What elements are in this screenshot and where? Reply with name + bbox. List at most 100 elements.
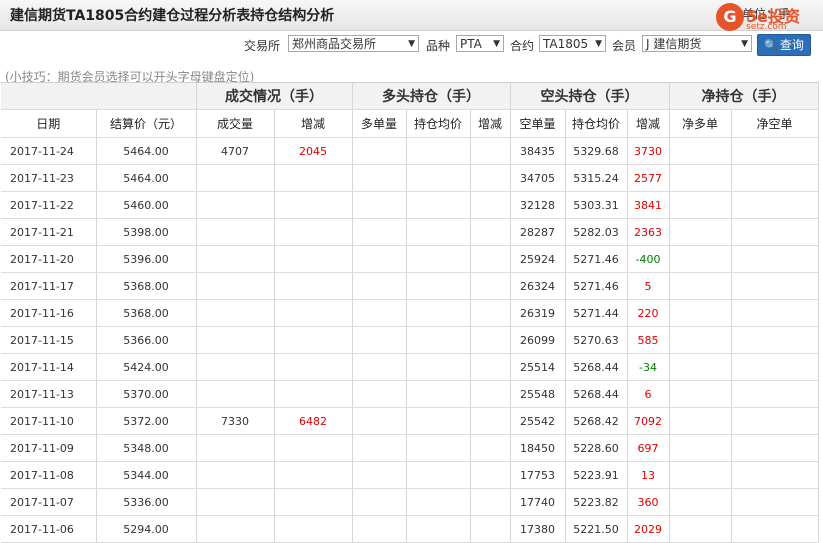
cell-long-change (470, 461, 511, 489)
cell-settle-price: 5336.00 (96, 488, 197, 516)
chevron-down-icon: ▼ (595, 39, 602, 49)
cell-long-qty (352, 245, 407, 273)
member-select-value: J 建信期货 (646, 37, 702, 51)
cell-volume-change (274, 218, 353, 246)
col-header-settle-price: 结算价（元） (96, 109, 197, 138)
cell-long-change (470, 299, 511, 327)
group-header-blank (1, 82, 197, 110)
cell-short-qty: 25924 (510, 245, 566, 273)
cell-net-short (731, 191, 819, 219)
cell-date: 2017-11-14 (1, 353, 97, 381)
cell-net-long (669, 515, 732, 543)
cell-short-change: 2577 (627, 164, 670, 192)
cell-long-qty (352, 299, 407, 327)
cell-date: 2017-11-17 (1, 272, 97, 300)
cell-net-short (731, 245, 819, 273)
contract-select[interactable]: TA1805 ▼ (539, 35, 606, 52)
cell-volume (196, 380, 275, 408)
cell-long-qty (352, 164, 407, 192)
cell-date: 2017-11-16 (1, 299, 97, 327)
query-button[interactable]: 🔍 查询 (757, 34, 811, 56)
cell-short-change: 2029 (627, 515, 670, 543)
group-header-net: 净持仓（手） (669, 82, 819, 110)
cell-date: 2017-11-23 (1, 164, 97, 192)
cell-volume (196, 434, 275, 462)
cell-short-qty: 17753 (510, 461, 566, 489)
cell-short-avg: 5268.44 (565, 353, 628, 381)
cell-date: 2017-11-21 (1, 218, 97, 246)
position-table: 成交情况（手） 多头持仓（手） 空头持仓（手） 净持仓（手） 日期 结算价（元）… (1, 82, 819, 543)
cell-net-short (731, 434, 819, 462)
col-header-short-change: 增减 (627, 109, 670, 138)
cell-volume (196, 218, 275, 246)
table-row: 2017-11-07 5336.00 17740 5223.82 360 (1, 488, 819, 516)
cell-volume-change (274, 272, 353, 300)
cell-date: 2017-11-24 (1, 137, 97, 165)
cell-date: 2017-11-13 (1, 380, 97, 408)
group-header-long: 多头持仓（手） (352, 82, 511, 110)
exchange-select-value: 郑州商品交易所 (292, 37, 377, 51)
cell-long-change (470, 164, 511, 192)
cell-long-change (470, 515, 511, 543)
cell-short-avg: 5221.50 (565, 515, 628, 543)
table-row: 2017-11-15 5366.00 26099 5270.63 585 (1, 326, 819, 354)
cell-net-long (669, 137, 732, 165)
cell-volume-change (274, 353, 353, 381)
site-logo[interactable]: G 5e投资 setz.com (716, 3, 820, 35)
cell-volume-change (274, 164, 353, 192)
cell-settle-price: 5464.00 (96, 164, 197, 192)
member-select[interactable]: J 建信期货 ▼ (642, 35, 752, 52)
cell-long-avg (406, 353, 471, 381)
cell-long-change (470, 407, 511, 435)
cell-short-avg: 5223.82 (565, 488, 628, 516)
cell-short-qty: 26324 (510, 272, 566, 300)
cell-volume (196, 191, 275, 219)
cell-long-qty (352, 461, 407, 489)
cell-date: 2017-11-20 (1, 245, 97, 273)
cell-date: 2017-11-15 (1, 326, 97, 354)
col-header-short-avg: 持仓均价 (565, 109, 628, 138)
cell-settle-price: 5366.00 (96, 326, 197, 354)
cell-short-qty: 18450 (510, 434, 566, 462)
cell-date: 2017-11-06 (1, 515, 97, 543)
exchange-label: 交易所 (244, 39, 281, 53)
cell-long-change (470, 218, 511, 246)
cell-long-avg (406, 164, 471, 192)
cell-net-short (731, 380, 819, 408)
cell-date: 2017-11-08 (1, 461, 97, 489)
cell-net-short (731, 164, 819, 192)
cell-volume-change: 2045 (274, 137, 353, 165)
cell-short-change: 585 (627, 326, 670, 354)
cell-long-change (470, 191, 511, 219)
cell-long-avg (406, 245, 471, 273)
cell-net-long (669, 407, 732, 435)
cell-volume-change (274, 191, 353, 219)
cell-settle-price: 5368.00 (96, 299, 197, 327)
cell-date: 2017-11-09 (1, 434, 97, 462)
cell-short-qty: 38435 (510, 137, 566, 165)
cell-net-short (731, 137, 819, 165)
cell-volume-change (274, 326, 353, 354)
cell-date: 2017-11-07 (1, 488, 97, 516)
group-header-row: 成交情况（手） 多头持仓（手） 空头持仓（手） 净持仓（手） (1, 82, 819, 110)
cell-short-avg: 5271.44 (565, 299, 628, 327)
cell-volume-change (274, 515, 353, 543)
cell-settle-price: 5294.00 (96, 515, 197, 543)
cell-long-qty (352, 407, 407, 435)
cell-short-qty: 26319 (510, 299, 566, 327)
cell-short-avg: 5271.46 (565, 272, 628, 300)
cell-volume (196, 299, 275, 327)
cell-long-qty (352, 272, 407, 300)
table-row: 2017-11-17 5368.00 26324 5271.46 5 (1, 272, 819, 300)
exchange-select[interactable]: 郑州商品交易所 ▼ (288, 35, 419, 52)
cell-net-long (669, 245, 732, 273)
table-row: 2017-11-22 5460.00 32128 5303.31 3841 (1, 191, 819, 219)
cell-long-avg (406, 191, 471, 219)
product-select[interactable]: PTA ▼ (456, 35, 504, 52)
cell-net-long (669, 434, 732, 462)
cell-short-change: 7092 (627, 407, 670, 435)
table-row: 2017-11-06 5294.00 17380 5221.50 2029 (1, 515, 819, 543)
cell-net-short (731, 488, 819, 516)
cell-short-avg: 5329.68 (565, 137, 628, 165)
cell-long-avg (406, 515, 471, 543)
